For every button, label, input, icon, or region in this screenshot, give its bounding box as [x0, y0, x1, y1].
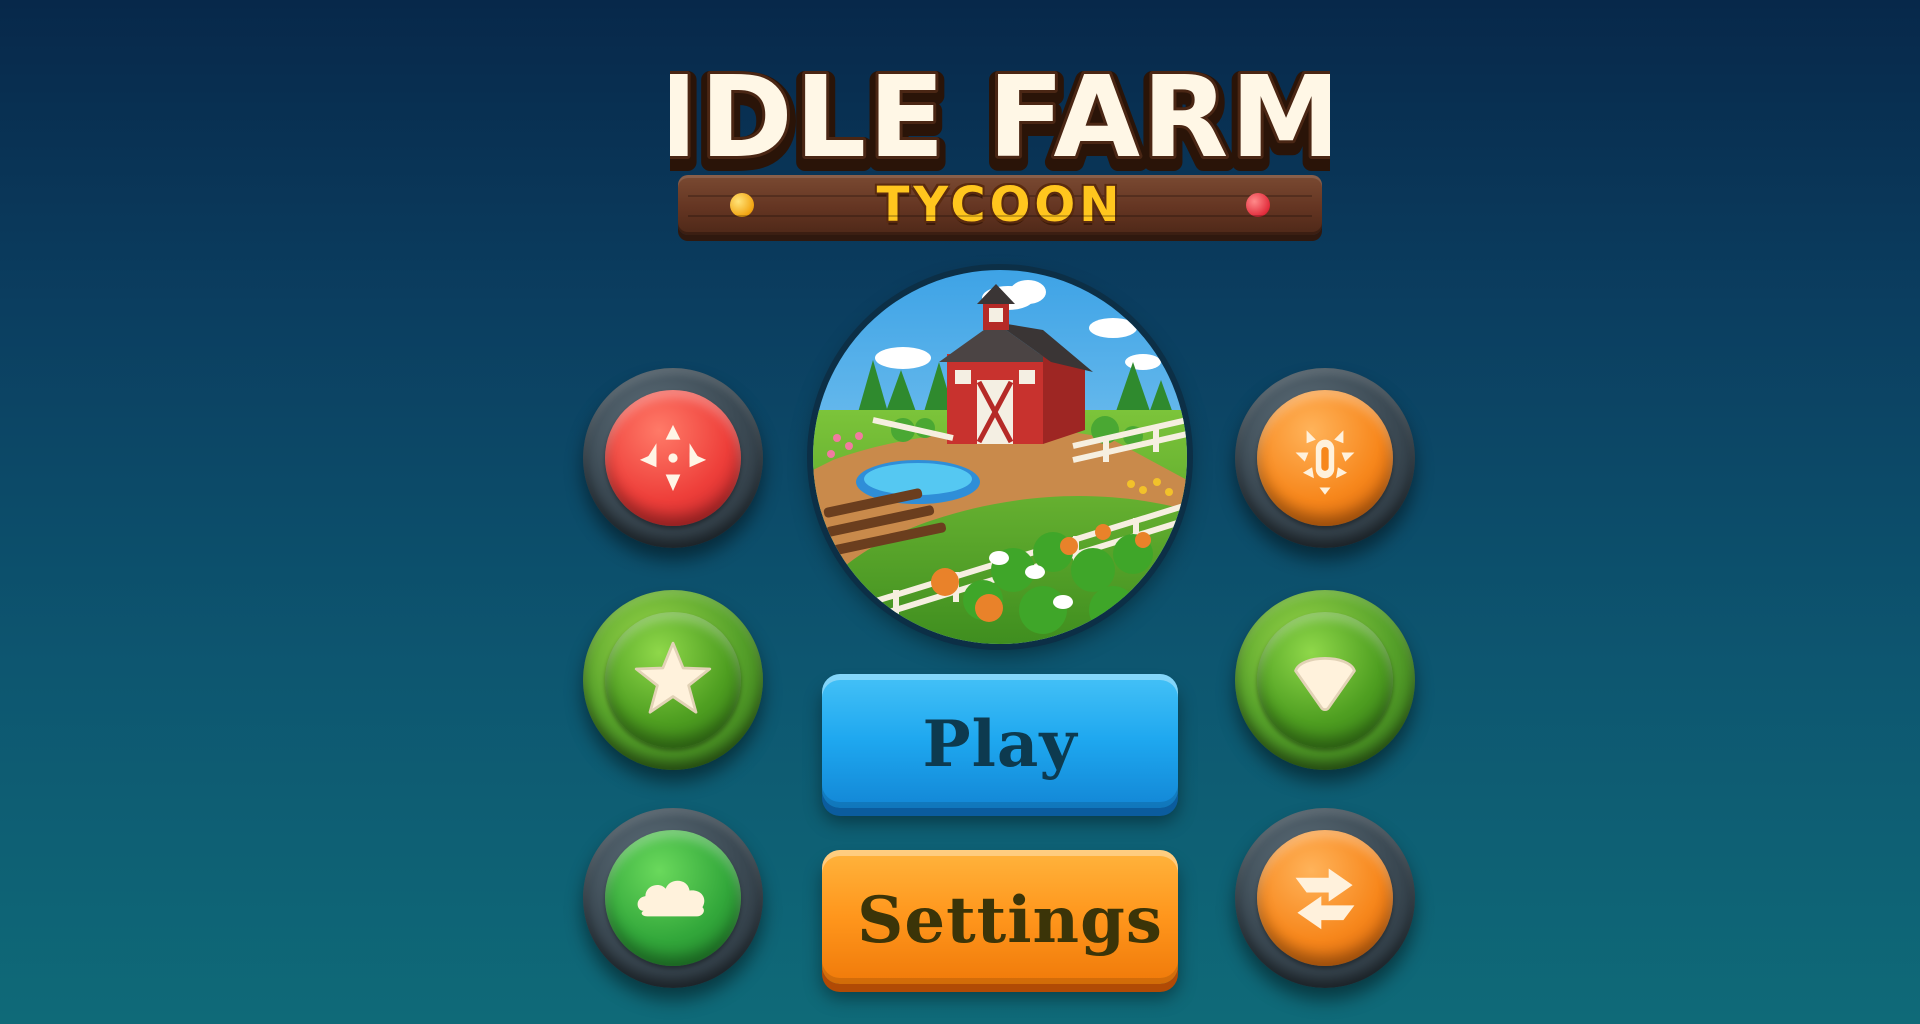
settings-button-label: Settings [857, 882, 1163, 958]
logo-subtitle: TYCOON [876, 177, 1124, 233]
swap-arrows-icon [1295, 868, 1355, 930]
logo-wood-plank: TYCOON [678, 175, 1322, 235]
farm-illustration [813, 270, 1187, 644]
gem-icon [1294, 657, 1356, 712]
left-button-cloud[interactable] [583, 808, 763, 988]
logo-title-art: IDLE FARM IDLE FARM [670, 58, 1330, 178]
orange-badge-icon [1295, 430, 1355, 495]
red-burst-icon [639, 424, 707, 492]
left-button-red[interactable] [583, 368, 763, 548]
star-icon [634, 641, 712, 714]
play-button-label: Play [922, 706, 1078, 782]
cloud-icon [637, 880, 705, 917]
right-button-swap[interactable] [1235, 808, 1415, 988]
settings-button[interactable]: Settings [822, 850, 1178, 984]
right-button-orange[interactable] [1235, 368, 1415, 548]
logo-title: IDLE FARM [670, 58, 1330, 178]
left-button-star[interactable] [583, 590, 763, 770]
game-logo: IDLE FARM IDLE FARM TYCOON [670, 58, 1330, 248]
right-button-gem[interactable] [1235, 590, 1415, 770]
main-menu-screen: IDLE FARM IDLE FARM TYCOON Play Settings [0, 0, 1920, 1024]
play-button[interactable]: Play [822, 674, 1178, 808]
